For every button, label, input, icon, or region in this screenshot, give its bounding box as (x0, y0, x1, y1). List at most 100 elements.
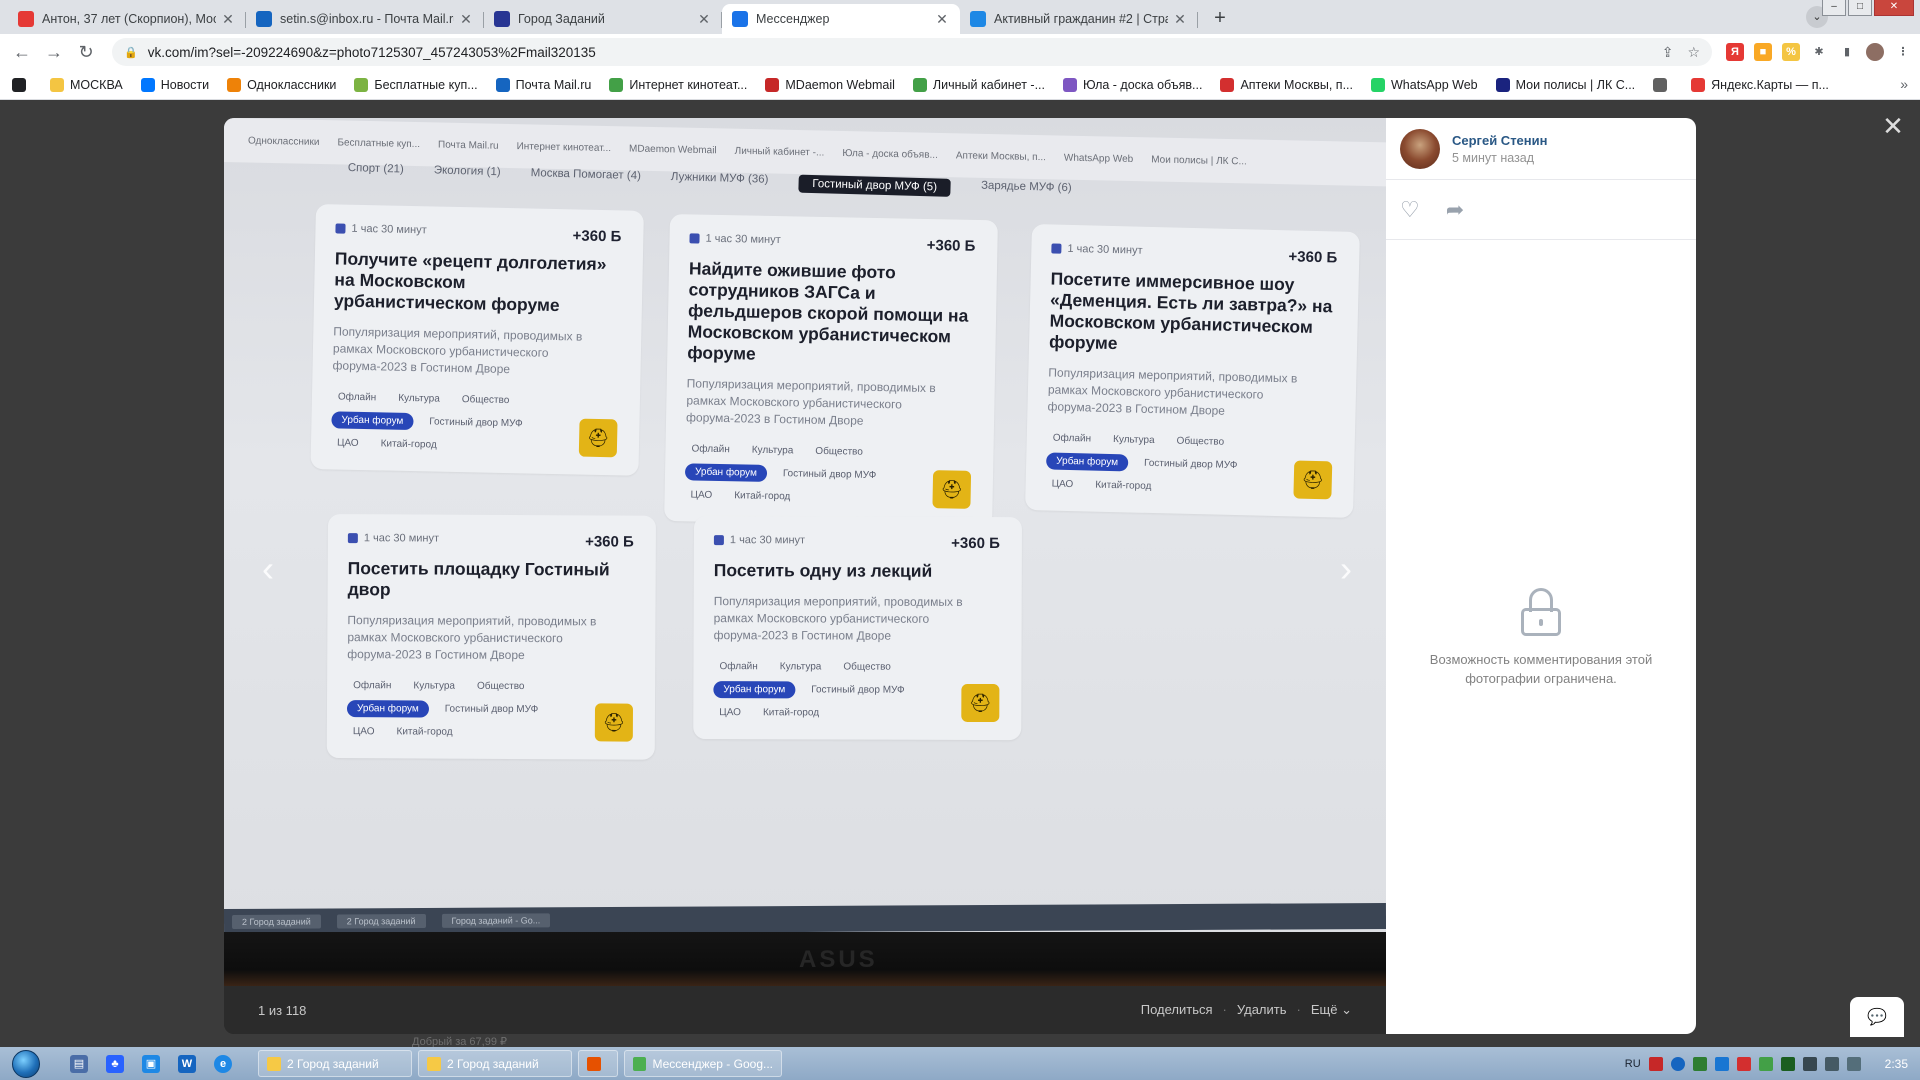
address-bar[interactable]: 🔒 vk.com/im?sel=-209224690&z=photo712530… (112, 38, 1712, 66)
help-icon[interactable] (1670, 1056, 1685, 1071)
bookmark-item[interactable]: Бесплатные куп... (354, 77, 478, 92)
cabinet-icon (912, 77, 927, 92)
minimize-button[interactable]: – (1822, 0, 1846, 16)
bookmark-item[interactable]: Интернет кинотеат... (609, 77, 747, 92)
bookmark-item[interactable]: Личный кабинет -... (912, 77, 1045, 92)
bookmark-label: Мои полисы | ЛК С... (1515, 77, 1636, 92)
share-page-icon[interactable]: ⇪ (1662, 44, 1674, 61)
task-tag: Культура (779, 661, 822, 673)
explorer-icon[interactable]: ▣ (142, 1054, 160, 1073)
photo-inner-task: Город заданий - Go... (441, 913, 551, 928)
reload-icon[interactable]: ↻ (72, 38, 100, 66)
bookmark-star-icon[interactable]: ☆ (1687, 44, 1700, 61)
tab-close-icon[interactable]: ✕ (220, 11, 236, 28)
monitor-tray-icon[interactable] (1802, 1056, 1817, 1071)
network-tray-icon[interactable] (1824, 1056, 1839, 1071)
tray-status-icon[interactable] (1692, 1056, 1707, 1071)
task-tag: Урбан форум (713, 681, 796, 699)
tab-3[interactable]: Город Заданий ✕ (484, 4, 722, 34)
bookmark-label: Одноклассники (247, 77, 337, 92)
next-photo-arrow-icon[interactable]: › (1326, 548, 1366, 590)
author-name[interactable]: Сергей Стенин (1452, 133, 1548, 148)
viewer-close-icon[interactable]: ✕ (1878, 111, 1908, 142)
window-close-button[interactable]: ✕ (1874, 0, 1914, 16)
author-avatar[interactable] (1400, 128, 1440, 169)
bookmark-item[interactable]: МОСКВА (50, 77, 123, 92)
delete-link[interactable]: Удалить (1237, 1002, 1287, 1018)
tray-green-icon[interactable] (1758, 1056, 1773, 1071)
like-heart-icon[interactable]: ♡ (1400, 197, 1420, 223)
nvidia-icon[interactable] (1780, 1056, 1795, 1071)
start-button[interactable] (0, 1047, 52, 1080)
tab-5[interactable]: Активный гражданин #2 | Стра ✕ (960, 4, 1198, 34)
task-description: Популяризация мероприятий, проводимых в … (1047, 365, 1298, 418)
menu-kebab-icon[interactable]: ⋮ (1894, 43, 1912, 61)
tab-close-icon[interactable]: ✕ (1172, 11, 1188, 28)
task-points: +360 Б (572, 227, 622, 246)
bookmark-item[interactable]: Мои полисы | ЛК С... (1495, 77, 1636, 92)
clock-square-icon (335, 223, 346, 234)
share-arrow-icon[interactable]: ➦ (1446, 197, 1464, 223)
bookmark-item[interactable]: Почта Mail.ru (495, 77, 591, 92)
word-icon[interactable]: W (178, 1054, 196, 1073)
bookmark-item[interactable] (12, 77, 32, 92)
taskbar-window[interactable]: 2 Город заданий (258, 1050, 412, 1077)
task-badge-icon: ⛑ (961, 683, 1000, 723)
bookmark-item[interactable]: Юла - доска объяв... (1063, 77, 1202, 92)
share-link[interactable]: Поделиться (1141, 1002, 1213, 1018)
profile-avatar-icon[interactable] (1866, 43, 1884, 61)
more-link[interactable]: Ещё ⌄ (1311, 1002, 1352, 1018)
forward-arrow-icon[interactable]: → (40, 38, 68, 66)
coupon-extension-icon[interactable]: % (1782, 43, 1800, 61)
tab-close-icon[interactable]: ✕ (934, 11, 950, 28)
bookmark-item[interactable]: Одноклассники (227, 77, 337, 92)
clock[interactable]: 2:35 (1885, 1057, 1908, 1071)
tab-1[interactable]: Антон, 37 лет (Скорпион), Моск ✕ (8, 4, 246, 34)
prev-photo-arrow-icon[interactable]: ‹ (248, 548, 288, 590)
mail-icon (256, 11, 272, 27)
tab-separator (1197, 12, 1198, 28)
bookmark-extension-icon[interactable]: ■ (1754, 43, 1772, 61)
tab-close-icon[interactable]: ✕ (458, 11, 474, 28)
puzzle-extensions-icon[interactable]: ✱ (1810, 43, 1828, 61)
task-tag: Офлайн (353, 680, 392, 692)
bookmark-item[interactable] (1653, 77, 1673, 92)
bookmark-item[interactable]: WhatsApp Web (1371, 77, 1478, 92)
language-indicator[interactable]: RU (1625, 1058, 1641, 1070)
tray-app-icon[interactable] (1648, 1056, 1663, 1071)
task-points: +360 Б (1288, 248, 1338, 267)
chat-bubble-icon[interactable]: 💬 (1850, 997, 1904, 1037)
comments-locked-text: Возможность комментирования этой фотогра… (1429, 652, 1653, 686)
task-app-icon (587, 1056, 601, 1071)
tray-red-icon[interactable] (1736, 1056, 1751, 1071)
new-tab-button[interactable]: + (1206, 4, 1234, 32)
ie-icon[interactable]: e (214, 1054, 232, 1073)
bookmark-item[interactable]: MDaemon Webmail (765, 77, 895, 92)
post-time[interactable]: 5 минут назад (1452, 151, 1548, 165)
url-text[interactable]: vk.com/im?sel=-209224690&z=photo7125307_… (148, 45, 1662, 60)
back-arrow-icon[interactable]: ← (8, 38, 36, 66)
padlock-icon (1521, 588, 1561, 636)
taskbar-window[interactable]: Мессенджер - Goog... (624, 1050, 782, 1077)
bookmark-item[interactable]: Новости (140, 77, 209, 92)
coupon-icon (354, 77, 369, 92)
side-panel-icon[interactable]: ▮ (1838, 43, 1856, 61)
taskbar-window[interactable]: 2 Город заданий (418, 1050, 572, 1077)
bookmark-item[interactable]: Аптеки Москвы, п... (1220, 77, 1353, 92)
maximize-button[interactable]: □ (1848, 0, 1872, 16)
more-bookmarks-icon[interactable]: » (1900, 76, 1908, 92)
yandex-extension-icon[interactable]: Я (1726, 43, 1744, 61)
tab-2[interactable]: setin.s@inbox.ru - Почта Mail.ru ✕ (246, 4, 484, 34)
task-tag: ЦАО (719, 707, 741, 719)
volume-icon[interactable] (1846, 1056, 1861, 1071)
lock-icon[interactable]: 🔒 (124, 46, 138, 59)
show-desktop-icon[interactable]: ▤ (70, 1054, 88, 1073)
tab-close-icon[interactable]: ✕ (696, 11, 712, 28)
network-icon[interactable]: ♣ (106, 1054, 124, 1073)
task-duration-text: 1 час 30 минут (351, 222, 427, 237)
bookmark-item[interactable]: Яндекс.Карты — п... (1691, 77, 1829, 92)
skype-icon[interactable] (1714, 1056, 1729, 1071)
taskbar-window[interactable] (578, 1050, 618, 1077)
tab-4[interactable]: Мессенджер ✕ (722, 4, 960, 34)
photo-image[interactable]: Одноклассники Бесплатные куп... Почта Mail… (224, 118, 1386, 986)
